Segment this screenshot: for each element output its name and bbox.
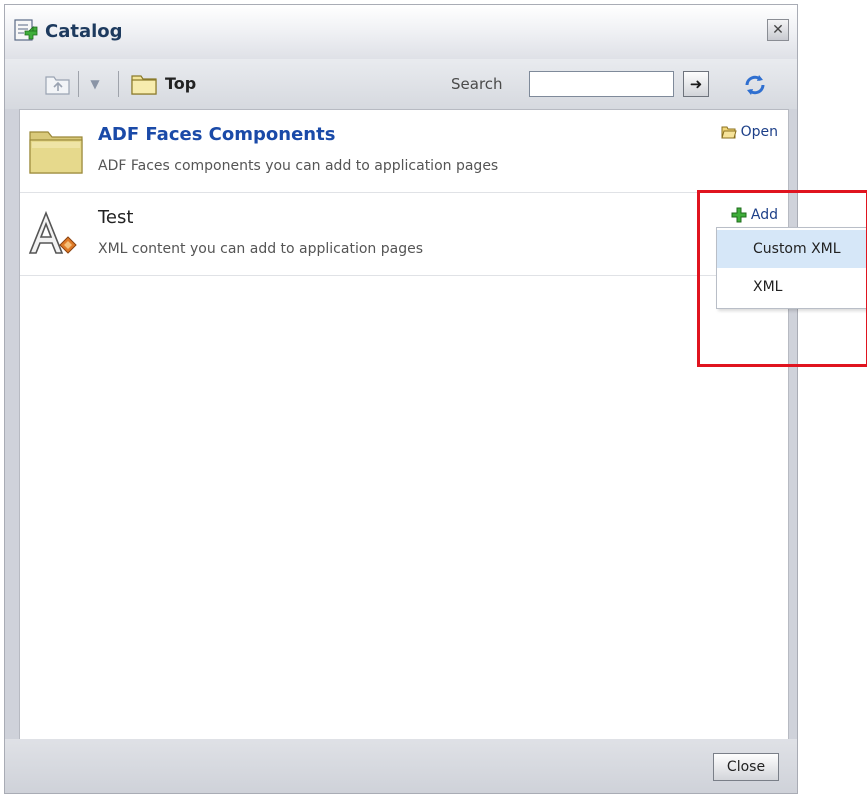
close-icon[interactable]: ✕ xyxy=(767,19,789,41)
refresh-icon[interactable] xyxy=(741,71,769,99)
add-menu: Custom XML XML xyxy=(716,227,867,309)
catalog-add-icon xyxy=(14,19,38,41)
close-button[interactable]: Close xyxy=(713,753,779,781)
plus-icon xyxy=(731,207,747,223)
add-button[interactable]: Add xyxy=(731,207,778,223)
arrow-right-icon[interactable]: ➜ xyxy=(683,71,709,97)
location-label[interactable]: Top xyxy=(165,74,196,93)
xml-content-icon xyxy=(28,210,77,254)
toolbar: ▼ Top Search ➜ xyxy=(5,59,797,109)
open-folder-icon xyxy=(720,126,737,139)
menu-item-custom-xml[interactable]: Custom XML xyxy=(717,230,866,268)
up-folder-icon[interactable] xyxy=(43,71,73,97)
menu-item-xml[interactable]: XML xyxy=(717,268,866,306)
list-item[interactable]: Test XML content you can add to applicat… xyxy=(20,193,788,276)
item-title[interactable]: ADF Faces Components xyxy=(98,124,335,145)
folder-icon xyxy=(131,75,157,95)
add-label[interactable]: Add xyxy=(751,207,778,223)
title-bar: Catalog ✕ xyxy=(5,5,797,60)
item-description: XML content you can add to application p… xyxy=(98,241,423,257)
chevron-down-icon[interactable]: ▼ xyxy=(84,71,106,97)
search-input[interactable] xyxy=(529,71,674,97)
catalog-list: ADF Faces Components ADF Faces component… xyxy=(19,109,789,741)
item-title[interactable]: Test xyxy=(98,207,133,228)
item-description: ADF Faces components you can add to appl… xyxy=(98,158,499,174)
list-item[interactable]: ADF Faces Components ADF Faces component… xyxy=(20,110,788,193)
open-button[interactable]: Open xyxy=(720,124,778,140)
folder-icon xyxy=(29,131,83,174)
search-label: Search xyxy=(451,75,503,93)
open-label[interactable]: Open xyxy=(741,124,778,140)
dialog-title: Catalog xyxy=(45,21,123,42)
dialog-footer: Close xyxy=(5,739,797,793)
toolbar-separator xyxy=(118,71,119,97)
toolbar-separator xyxy=(78,71,79,97)
catalog-dialog: Catalog ✕ ▼ Top Search ➜ ADF Faces Compo… xyxy=(4,4,798,794)
